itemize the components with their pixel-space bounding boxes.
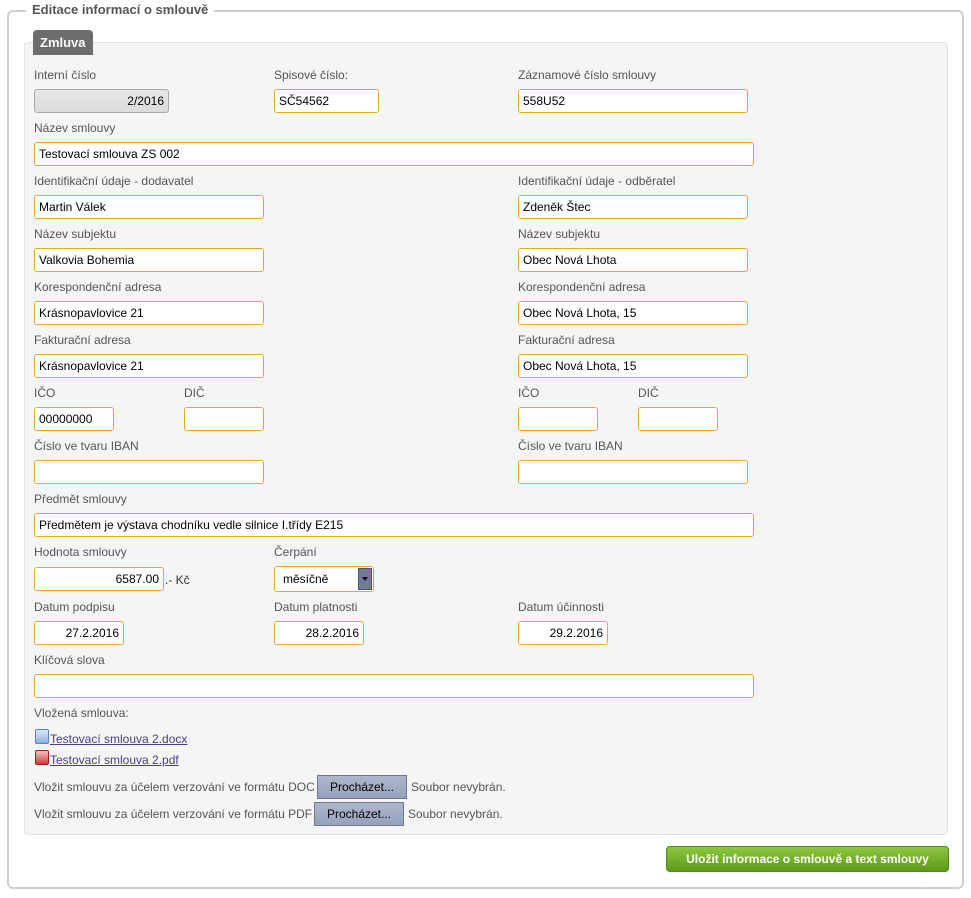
dodavatel-fakt-field[interactable]: Krásnopavlovice 21 (34, 354, 264, 378)
spisove-cislo-field[interactable]: SČ54562 (274, 89, 379, 113)
odberatel-ico-field[interactable] (518, 407, 598, 431)
dodavatel-nazev-field[interactable]: Valkovia Bohemia (34, 248, 264, 272)
nazev-smlouvy-field[interactable]: Testovací smlouva ZS 002 (34, 142, 754, 166)
dodavatel-ident-field[interactable]: Martin Válek (34, 195, 264, 219)
datum-podpisu-field[interactable]: 27.2.2016 (34, 621, 124, 645)
datum-platnosti-field[interactable]: 28.2.2016 (274, 621, 364, 645)
interni-cislo-label: Interní číslo (34, 68, 97, 82)
currency-label: .- Kč (165, 573, 190, 587)
pdf-file-link[interactable]: Testovací smlouva 2.pdf (50, 753, 179, 767)
odberatel-ident-field[interactable]: Zdeněk Štec (518, 195, 748, 219)
dodavatel-dic-field[interactable] (184, 407, 264, 431)
dodavatel-ico-field[interactable]: 00000000 (34, 407, 114, 431)
odberatel-dic-label: DIČ (638, 386, 659, 400)
hodnota-label: Hodnota smlouvy (34, 545, 127, 559)
cerpani-select[interactable]: měsíčně (274, 566, 374, 592)
chevron-down-icon[interactable] (358, 568, 372, 590)
vlozena-smlouva-label: Vložená smlouva: (34, 706, 129, 720)
spisove-cislo-label: Spisové číslo: (274, 68, 349, 82)
nazev-smlouvy-label: Název smlouvy (34, 121, 116, 135)
doc-file-status: Soubor nevybrán. (411, 780, 506, 794)
tab-zmluva[interactable]: Zmluva (33, 30, 93, 55)
dodavatel-nazev-label: Název subjektu (34, 227, 117, 241)
predmet-field[interactable]: Předmětem je výstava chodníku vedle siln… (34, 513, 754, 537)
cerpani-selected-value: měsíčně (283, 572, 329, 586)
dodavatel-dic-label: DIČ (184, 386, 205, 400)
ident-dodavatel-label: Identifikační údaje - dodavatel (34, 174, 194, 188)
predmet-label: Předmět smlouvy (34, 492, 127, 506)
word-document-icon (35, 729, 49, 744)
odberatel-fakt-field[interactable]: Obec Nová Lhota, 15 (518, 354, 748, 378)
odberatel-nazev-label: Název subjektu (518, 227, 601, 241)
zaznamove-cislo-field[interactable]: 558U52 (518, 89, 748, 113)
klicova-slova-field[interactable] (34, 674, 754, 698)
odberatel-iban-field[interactable] (518, 460, 748, 484)
klicova-slova-label: Klíčová slova (34, 653, 105, 667)
odberatel-nazev-field[interactable]: Obec Nová Lhota (518, 248, 748, 272)
save-button[interactable]: Uložit informace o smlouvě a text smlouv… (666, 846, 949, 872)
upload-doc-label: Vložit smlouvu za účelem verzování ve fo… (34, 780, 315, 794)
datum-ucinnosti-field[interactable]: 29.2.2016 (518, 621, 608, 645)
pdf-file-status: Soubor nevybrán. (408, 807, 503, 821)
datum-platnosti-label: Datum platnosti (274, 600, 358, 614)
fieldset-title: Editace informací o smlouvě (26, 2, 215, 17)
zaznamove-cislo-label: Záznamové číslo smlouvy (518, 68, 657, 82)
datum-podpisu-label: Datum podpisu (34, 600, 115, 614)
odberatel-dic-field[interactable] (638, 407, 718, 431)
interni-cislo-field: 2/2016 (34, 89, 169, 113)
cerpani-label: Čerpání (274, 545, 317, 559)
odberatel-iban-label: Číslo ve tvaru IBAN (518, 439, 623, 453)
ident-odberatel-label: Identifikační údaje - odběratel (518, 174, 676, 188)
browse-doc-button[interactable]: Procházet... (317, 775, 407, 799)
dodavatel-iban-field[interactable] (34, 460, 264, 484)
upload-pdf-label: Vložit smlouvu za účelem verzování ve fo… (34, 807, 313, 821)
datum-ucinnosti-label: Datum účinnosti (518, 600, 605, 614)
docx-file-link[interactable]: Testovací smlouva 2.docx (50, 732, 187, 746)
odberatel-koresp-field[interactable]: Obec Nová Lhota, 15 (518, 301, 748, 325)
dodavatel-fakt-label: Fakturační adresa (34, 333, 131, 347)
browse-pdf-button[interactable]: Procházet... (314, 802, 404, 826)
odberatel-fakt-label: Fakturační adresa (518, 333, 615, 347)
hodnota-field[interactable]: 6587.00 (34, 567, 164, 591)
odberatel-ico-label: IČO (518, 386, 540, 400)
pdf-document-icon (35, 750, 49, 765)
dodavatel-koresp-field[interactable]: Krásnopavlovice 21 (34, 301, 264, 325)
dodavatel-iban-label: Číslo ve tvaru IBAN (34, 439, 139, 453)
dodavatel-ico-label: IČO (34, 386, 56, 400)
odberatel-koresp-label: Korespondenční adresa (518, 280, 646, 294)
dodavatel-koresp-label: Korespondenční adresa (34, 280, 162, 294)
